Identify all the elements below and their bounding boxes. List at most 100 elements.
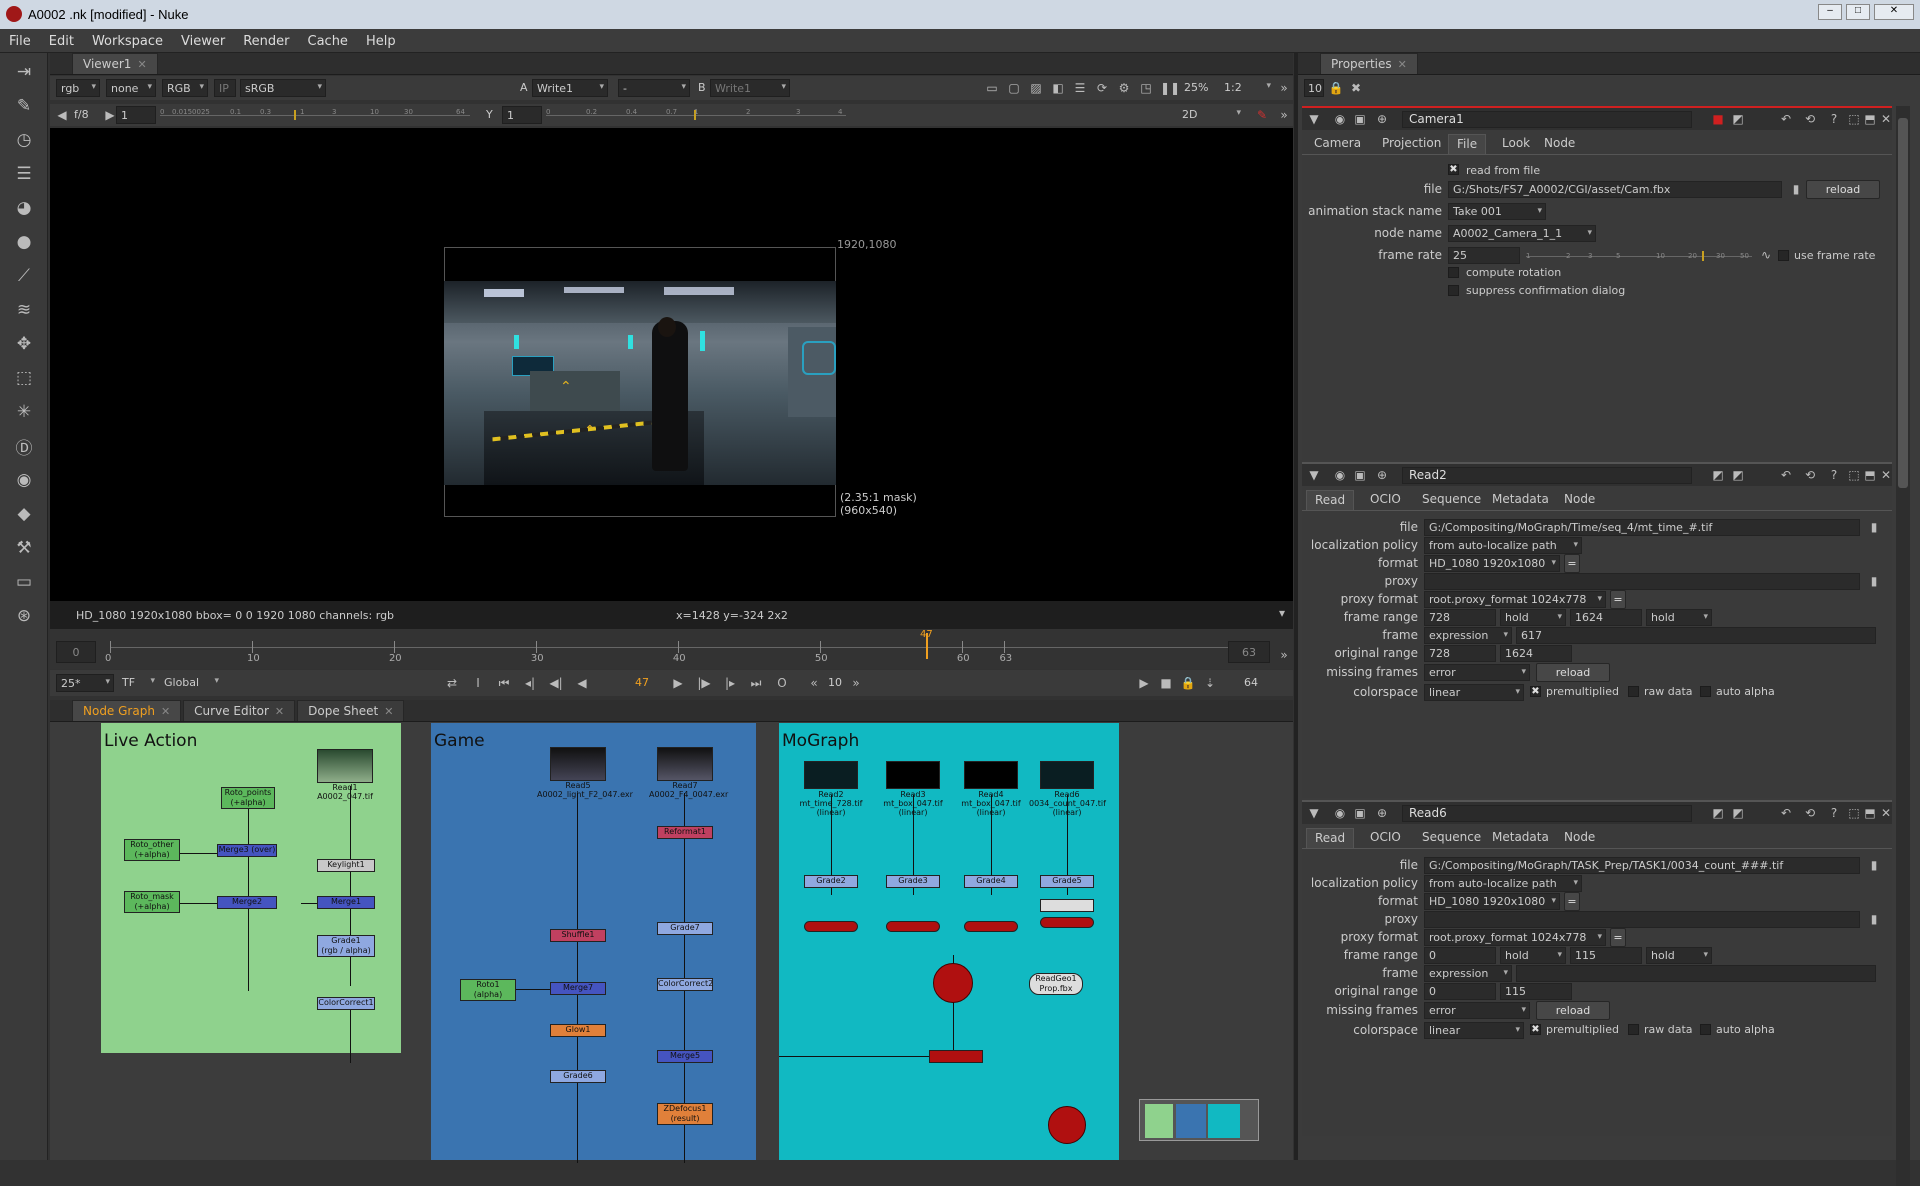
file-browse-icon[interactable]: ▮ xyxy=(1866,911,1882,927)
node-read3[interactable]: Read3 mt_box_047.tif (linear) xyxy=(879,790,947,817)
image-tools-icon[interactable]: ⇥ xyxy=(6,57,42,87)
file-path-field[interactable]: G:/Compositing/MoGraph/Time/seq_4/mt_tim… xyxy=(1424,519,1860,536)
node-graph[interactable]: Live Action Roto_points (+alpha) Roto_ot… xyxy=(50,722,1293,1163)
tab-sequence[interactable]: Sequence xyxy=(1414,828,1489,848)
proxy-path-field[interactable] xyxy=(1424,573,1860,590)
frame-field[interactable] xyxy=(1516,965,1876,982)
close-tab-icon[interactable]: ✕ xyxy=(1398,58,1407,71)
color-swatch-icon[interactable]: ■ xyxy=(1710,111,1726,127)
animation-curve-icon[interactable]: ∿ xyxy=(1758,247,1774,263)
tab-metadata[interactable]: Metadata xyxy=(1484,828,1557,848)
reload-button[interactable]: reload xyxy=(1536,1001,1610,1020)
tab-camera[interactable]: Camera xyxy=(1306,134,1369,154)
record-icon[interactable]: ■ xyxy=(1158,675,1174,691)
missing-frames-dropdown[interactable]: error xyxy=(1424,1002,1530,1019)
skip-forward-icon[interactable]: » xyxy=(848,675,864,691)
camera-icon[interactable]: ▣ xyxy=(1352,805,1368,821)
float-icon[interactable]: ⬚ xyxy=(1846,111,1862,127)
node-camera[interactable] xyxy=(1048,1106,1086,1144)
lock-icon[interactable]: 🔒 xyxy=(1180,675,1196,691)
compare-op-dropdown[interactable]: - xyxy=(618,79,690,97)
camera-icon[interactable]: ▣ xyxy=(1352,467,1368,483)
prev-frame-icon[interactable]: ◀| xyxy=(548,675,564,691)
node-mograph-transform[interactable] xyxy=(886,921,940,932)
layers-icon[interactable]: ☰ xyxy=(1072,80,1088,96)
center-node-icon[interactable]: ⊕ xyxy=(1374,467,1390,483)
keyer-tools-icon[interactable]: ⟋ xyxy=(6,261,42,291)
tab-viewer1[interactable]: Viewer1 ✕ xyxy=(72,53,158,74)
views-tools-icon[interactable]: ◉ xyxy=(6,465,42,495)
timeline-start-field[interactable]: 0 xyxy=(56,641,96,663)
lut-dropdown[interactable]: sRGB xyxy=(240,79,326,97)
node-viewer-icon[interactable]: ◉ xyxy=(1332,111,1348,127)
frame-rate-slider-handle[interactable] xyxy=(1702,251,1704,261)
before-dropdown[interactable]: hold xyxy=(1500,947,1566,964)
format-dropdown[interactable]: HD_1080 1920x1080 xyxy=(1424,555,1560,572)
expand-chevron-icon[interactable]: » xyxy=(1276,80,1292,96)
menu-render[interactable]: Render xyxy=(234,29,298,49)
node-colorcorrect2[interactable]: ColorCorrect2 xyxy=(657,978,713,991)
help-icon[interactable]: ? xyxy=(1826,111,1842,127)
colorspace-dropdown[interactable]: linear xyxy=(1424,684,1524,701)
node-viewer-icon[interactable]: ◉ xyxy=(1332,467,1348,483)
collapse-icon[interactable]: ▼ xyxy=(1306,467,1322,483)
node-roto-other[interactable]: Roto_other (+alpha) xyxy=(124,839,180,861)
zoom-dropdown[interactable]: 25% xyxy=(1180,79,1216,97)
node-read2[interactable]: Read2 mt_time_728.tif (linear) xyxy=(797,790,865,817)
menu-cache[interactable]: Cache xyxy=(299,29,357,49)
tab-read[interactable]: Read xyxy=(1306,490,1355,510)
range-end-field[interactable]: 1624 xyxy=(1570,609,1642,626)
node-name-field[interactable]: Camera1 xyxy=(1402,111,1692,128)
file-browse-icon[interactable]: ▮ xyxy=(1866,857,1882,873)
revert-icon[interactable]: ⟲ xyxy=(1802,111,1818,127)
ip-button[interactable]: IP xyxy=(214,79,236,97)
frame-mode-dropdown[interactable]: expression xyxy=(1424,627,1512,644)
range-start-field[interactable]: 728 xyxy=(1424,609,1496,626)
draw-tools-icon[interactable]: ✎ xyxy=(6,91,42,121)
frame-rate-field[interactable]: 25 xyxy=(1448,247,1520,264)
next-frame-icon[interactable]: |▶ xyxy=(696,675,712,691)
node-roto1[interactable]: Roto1 (alpha) xyxy=(460,979,516,1001)
gamma-field[interactable]: 1 xyxy=(502,106,542,124)
node-read1[interactable]: Read1 A0002_047.tif xyxy=(313,783,377,801)
tab-node[interactable]: Node xyxy=(1536,134,1583,154)
raw-data-checkbox[interactable] xyxy=(1628,686,1639,697)
play-forward-icon[interactable]: ▶ xyxy=(670,675,686,691)
pin-icon[interactable]: ⬒ xyxy=(1862,111,1878,127)
use-frame-rate-checkbox[interactable] xyxy=(1778,250,1789,261)
tab-metadata[interactable]: Metadata xyxy=(1484,490,1557,510)
range-dropdown[interactable]: Global xyxy=(160,674,222,692)
node-merge7[interactable]: Merge7 (over) xyxy=(550,982,606,995)
pause-icon[interactable]: ❚❚ xyxy=(1160,80,1180,96)
time-tools-icon[interactable]: ◷ xyxy=(6,125,42,155)
out-point-icon[interactable]: O xyxy=(774,675,790,691)
help-icon[interactable]: ? xyxy=(1826,805,1842,821)
properties-scrollbar[interactable] xyxy=(1896,106,1910,1186)
tab-projection[interactable]: Projection xyxy=(1374,134,1449,154)
orig-end-field[interactable]: 115 xyxy=(1500,983,1572,1000)
node-zdefocus1[interactable]: ZDefocus1 (result) xyxy=(657,1103,713,1125)
node-name-dropdown[interactable]: A0002_Camera_1_1 xyxy=(1448,225,1596,242)
gain-slider[interactable]: 0 0.0150025 0.1 0.3 1 3 10 30 64 xyxy=(160,108,470,122)
close-button[interactable]: ✕ xyxy=(1874,4,1914,20)
3d-tools-icon[interactable]: ⬚ xyxy=(6,363,42,393)
pin-icon[interactable]: ⬒ xyxy=(1862,805,1878,821)
close-icon[interactable]: ✕ xyxy=(1878,111,1894,127)
wipe-icon[interactable]: ▨ xyxy=(1028,80,1044,96)
orig-start-field[interactable]: 0 xyxy=(1424,983,1496,1000)
edit-icon[interactable]: ◩ xyxy=(1730,467,1746,483)
menu-edit[interactable]: Edit xyxy=(40,29,83,49)
navigator-minimap[interactable] xyxy=(1139,1099,1259,1141)
current-frame-display[interactable]: 47 xyxy=(635,676,649,689)
node-name-field[interactable]: Read2 xyxy=(1402,467,1692,484)
close-icon[interactable]: ✕ xyxy=(1878,467,1894,483)
node-merge1[interactable]: Merge1 (over) xyxy=(317,896,375,909)
camera-icon[interactable]: ▣ xyxy=(1352,111,1368,127)
node-disabled[interactable] xyxy=(1040,899,1094,912)
in-point-icon[interactable]: I xyxy=(470,675,486,691)
playhead-sync-icon[interactable]: ⇣ xyxy=(1202,675,1218,691)
gain-field[interactable]: 1 xyxy=(116,106,156,124)
missing-frames-dropdown[interactable]: error xyxy=(1424,664,1530,681)
frame-rate-slider[interactable]: 1 2 3 5 10 20 30 50 xyxy=(1526,248,1752,264)
menu-viewer[interactable]: Viewer xyxy=(172,29,234,49)
